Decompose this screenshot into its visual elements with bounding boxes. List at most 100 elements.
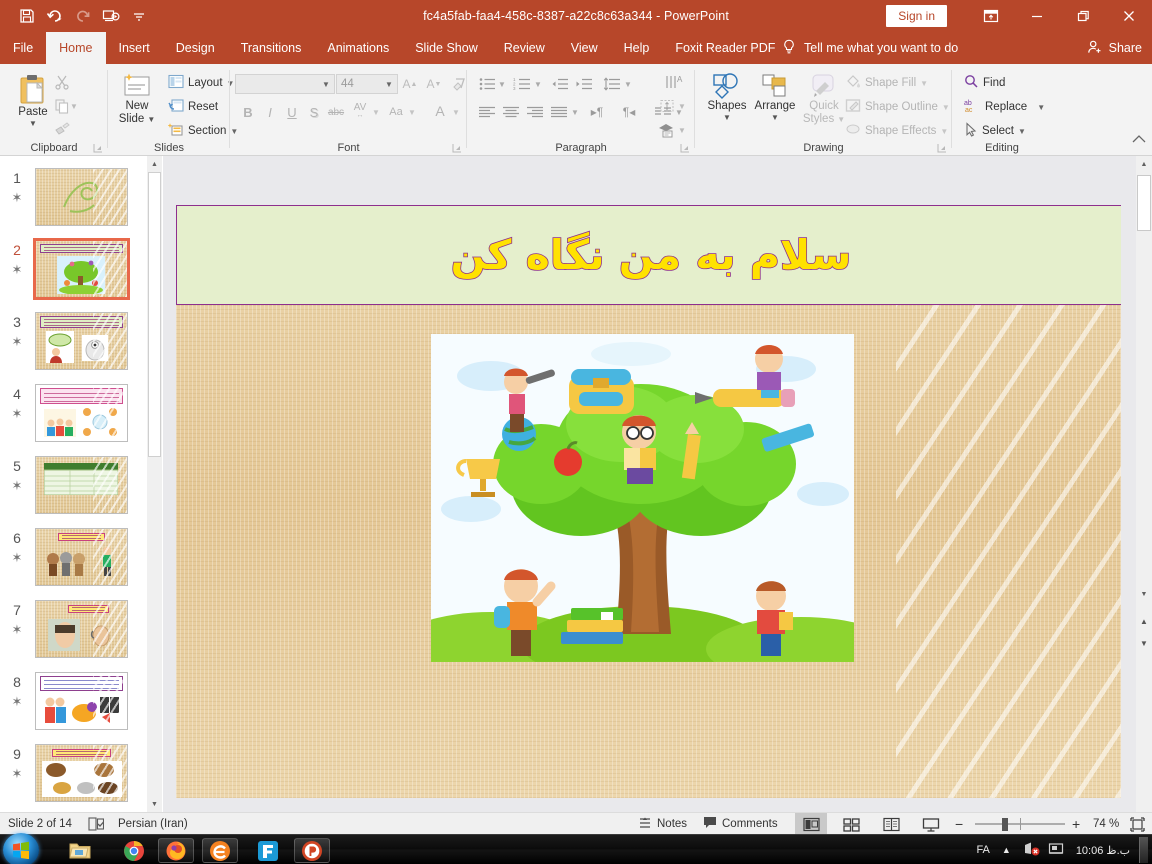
layout-button[interactable]: Layout ▼: [166, 73, 236, 93]
slide-show-view-button[interactable]: [915, 813, 947, 835]
minimize-icon[interactable]: [1014, 0, 1060, 32]
thumbnail-slide-7[interactable]: 7 ✶: [0, 596, 147, 668]
tab-home[interactable]: Home: [46, 32, 106, 64]
show-hidden-icons-icon[interactable]: ▲: [1002, 845, 1011, 855]
thumbnail-image[interactable]: [35, 168, 128, 226]
internet-browser-icon[interactable]: [202, 838, 238, 863]
chevron-down-icon[interactable]: ▼: [1018, 127, 1026, 136]
normal-view-button[interactable]: [795, 813, 827, 835]
reset-button[interactable]: Reset: [166, 97, 220, 117]
animation-star-icon[interactable]: ✶: [6, 190, 28, 206]
undo-icon[interactable]: [42, 3, 68, 29]
zoom-out-button[interactable]: −: [955, 813, 963, 835]
animation-star-icon[interactable]: ✶: [6, 622, 28, 638]
arrange-button[interactable]: Arrange ▼: [751, 72, 799, 122]
scroll-up-arrow-icon[interactable]: ▲: [147, 156, 162, 172]
thumbnail-slide-4[interactable]: 4 ✶: [0, 380, 147, 452]
show-desktop-button[interactable]: [1139, 837, 1148, 863]
tab-help[interactable]: Help: [611, 32, 663, 64]
action-center-icon[interactable]: [1048, 841, 1064, 859]
animation-star-icon[interactable]: ✶: [6, 478, 28, 494]
scroll-down-arrow-icon[interactable]: ▼: [1136, 586, 1152, 603]
previous-slide-button[interactable]: ▲: [1136, 611, 1152, 631]
animation-star-icon[interactable]: ✶: [6, 262, 28, 278]
tab-review[interactable]: Review: [491, 32, 558, 64]
file-explorer-icon[interactable]: [62, 838, 98, 863]
slide-editing-area[interactable]: سلام به من نگاه کن: [163, 156, 1126, 812]
animation-star-icon[interactable]: ✶: [6, 550, 28, 566]
powerpoint-icon[interactable]: [294, 838, 330, 863]
thumbnail-image[interactable]: [35, 672, 128, 730]
font-dialog-launcher[interactable]: [451, 142, 463, 154]
zoom-in-button[interactable]: +: [1072, 813, 1080, 835]
scrollbar-thumb[interactable]: [1137, 175, 1151, 231]
zoom-slider-handle[interactable]: [1002, 818, 1008, 831]
tab-animations[interactable]: Animations: [314, 32, 402, 64]
zoom-level-label[interactable]: 74 %: [1093, 813, 1119, 835]
google-chrome-icon[interactable]: [116, 838, 152, 863]
tab-file[interactable]: File: [0, 32, 46, 64]
tab-design[interactable]: Design: [163, 32, 228, 64]
tab-view[interactable]: View: [558, 32, 611, 64]
thumbnail-pane-scrollbar[interactable]: ▲ ▼: [147, 156, 162, 812]
chevron-down-icon[interactable]: ▼: [318, 80, 334, 89]
drawing-dialog-launcher[interactable]: [936, 142, 948, 154]
chevron-down-icon[interactable]: ▼: [1037, 103, 1045, 112]
language-indicator[interactable]: Persian (Iran): [118, 813, 188, 835]
start-button[interactable]: [3, 833, 39, 864]
thumbnail-slide-8[interactable]: 8 ✶: [0, 668, 147, 740]
tab-transitions[interactable]: Transitions: [228, 32, 315, 64]
thumbnail-image[interactable]: [35, 384, 128, 442]
slide-title-placeholder[interactable]: سلام به من نگاه کن: [176, 205, 1126, 305]
slide-picture[interactable]: [431, 334, 854, 662]
thumbnail-slide-1[interactable]: 1 ✶: [0, 164, 147, 236]
select-button[interactable]: Select ▼: [962, 121, 1028, 141]
font-size-combo[interactable]: 44 ▼: [336, 74, 398, 94]
next-slide-button[interactable]: ▼: [1136, 633, 1152, 653]
tab-foxit-reader-pdf[interactable]: Foxit Reader PDF: [662, 32, 788, 64]
thumbnail-slide-6[interactable]: 6 ✶: [0, 524, 147, 596]
tray-language-indicator[interactable]: FA: [976, 844, 989, 856]
ribbon-display-options-icon[interactable]: [968, 0, 1014, 32]
tab-insert[interactable]: Insert: [106, 32, 163, 64]
slide-thumbnail-pane[interactable]: 1 ✶ 2 ✶ 3 ✶ 4 ✶ 5 ✶ 6 ✶ 7 ✶ 8 ✶ 9 ✶: [0, 156, 147, 812]
thumbnail-slide-3[interactable]: 3 ✶: [0, 308, 147, 380]
foxit-reader-icon[interactable]: [250, 838, 286, 863]
network-disconnected-icon[interactable]: [1023, 841, 1040, 859]
shapes-button[interactable]: Shapes ▼: [703, 72, 751, 122]
find-button[interactable]: Find: [962, 73, 1007, 93]
chevron-down-icon[interactable]: ▼: [771, 114, 779, 122]
fit-slide-to-window-icon[interactable]: [1130, 813, 1145, 835]
thumbnail-slide-5[interactable]: 5 ✶: [0, 452, 147, 524]
tell-me-search[interactable]: Tell me what you want to do: [782, 32, 958, 64]
thumbnail-image[interactable]: [35, 744, 128, 802]
customize-quick-access-toolbar-icon[interactable]: [126, 3, 152, 29]
tab-slide-show[interactable]: Slide Show: [402, 32, 491, 64]
restore-icon[interactable]: [1060, 0, 1106, 32]
comments-button[interactable]: Comments: [703, 813, 778, 835]
current-slide[interactable]: سلام به من نگاه کن: [176, 205, 1126, 798]
clock[interactable]: 10:06 ب.ظ: [1076, 844, 1130, 857]
sign-in-button[interactable]: Sign in: [886, 5, 947, 27]
thumbnail-image[interactable]: [33, 238, 130, 300]
slide-counter[interactable]: Slide 2 of 14: [8, 813, 72, 835]
chevron-down-icon[interactable]: ▼: [381, 80, 397, 89]
chevron-down-icon[interactable]: ▼: [29, 120, 37, 128]
new-slide-button[interactable]: New Slide ▼: [112, 72, 162, 126]
thumbnail-image[interactable]: [35, 456, 128, 514]
animation-star-icon[interactable]: ✶: [6, 406, 28, 422]
accessibility-checker-icon[interactable]: [88, 813, 104, 835]
close-icon[interactable]: [1106, 0, 1152, 32]
firefox-icon[interactable]: [158, 838, 194, 863]
thumbnail-slide-9[interactable]: 9 ✶: [0, 740, 147, 812]
chevron-down-icon[interactable]: ▼: [147, 116, 155, 124]
collapse-ribbon-icon[interactable]: [1132, 134, 1146, 147]
scroll-down-arrow-icon[interactable]: ▼: [147, 796, 162, 812]
notes-button[interactable]: Notes: [638, 813, 687, 835]
font-name-combo[interactable]: ▼: [235, 74, 335, 94]
clipboard-dialog-launcher[interactable]: [92, 142, 104, 154]
thumbnail-image[interactable]: [35, 312, 128, 370]
animation-star-icon[interactable]: ✶: [6, 694, 28, 710]
paste-button[interactable]: Paste ▼: [10, 72, 56, 128]
animation-star-icon[interactable]: ✶: [6, 334, 28, 350]
